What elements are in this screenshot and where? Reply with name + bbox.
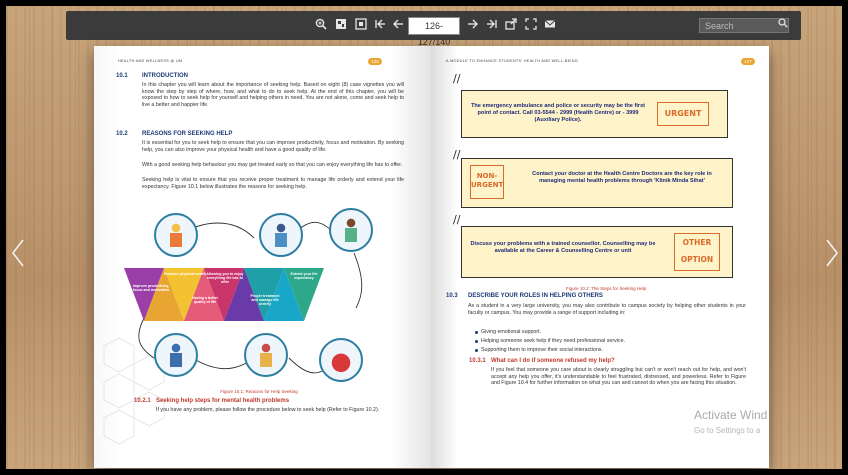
section-number: 10.2 — [116, 131, 128, 137]
section-title: REASONS FOR SEEKING HELP — [142, 131, 233, 137]
reasons-infographic: Improve productivity, focus and motivati… — [124, 208, 374, 393]
reason-label: Allowing you to enjoy everything life ha… — [206, 272, 244, 285]
previous-page-icon[interactable] — [391, 18, 405, 32]
first-page-icon[interactable] — [373, 18, 387, 32]
subsection-heading: 10.2.1 Seeking help steps for mental heal… — [134, 398, 289, 404]
curl-mark: // — [453, 72, 461, 85]
section-title: INTRODUCTION — [142, 73, 188, 79]
body-paragraph: With a good seeking help behaviour you m… — [142, 162, 403, 168]
running-header: A MODULE TO ENHANCE STUDENTS' HEALTH AND… — [446, 59, 579, 63]
previous-page-arrow-icon[interactable] — [10, 238, 26, 268]
page-number-badge: 127 — [741, 58, 755, 65]
help-step-text: The emergency ambulance and police or se… — [470, 103, 646, 123]
viewer-stage: 126-127/140 Search HEALTH AND WELLNESS @… — [6, 6, 842, 469]
last-page-icon[interactable] — [485, 18, 499, 32]
urgent-stamp: URGENT — [657, 102, 709, 126]
right-page[interactable]: A MODULE TO ENHANCE STUDENTS' HEALTH AND… — [431, 46, 769, 468]
left-page[interactable]: HEALTH AND WELLNESS @ UM 126 10.1 INTRODU… — [94, 46, 431, 468]
figure-caption: Figure 10.2: The Steps for Seeking Help — [565, 286, 647, 291]
help-step-text: Discuss your problems with a trained cou… — [470, 241, 656, 254]
next-page-arrow-icon[interactable] — [824, 238, 840, 268]
fit-page-icon[interactable] — [354, 18, 368, 32]
reason-illustration — [154, 213, 198, 257]
figure-caption: Figure 10.1: Reasons for Help Seeking — [220, 389, 298, 394]
body-paragraph: Seeking help is vital to ensure that you… — [142, 177, 404, 190]
section-heading: 10.2 REASONS FOR SEEKING HELP — [116, 131, 232, 137]
reason-label: Extend your life expectancy — [290, 272, 318, 281]
running-header: HEALTH AND WELLNESS @ UM — [118, 59, 183, 63]
activation-watermark: Activate Wind — [694, 408, 768, 422]
other-option-stamp: OTHER OPTION — [674, 233, 720, 271]
body-paragraph: As a student in a very large university,… — [468, 303, 746, 316]
bullet-item: Helping someone seek help if they need p… — [475, 338, 625, 344]
reason-label: Enhance physical health — [164, 272, 206, 276]
book-spread[interactable]: HEALTH AND WELLNESS @ UM 126 10.1 INTRODU… — [94, 46, 769, 468]
reason-label: Having a better quality of life — [192, 296, 218, 305]
bullet-item: Giving emotional support. — [474, 329, 542, 335]
page-number-input[interactable]: 126-127/140 — [408, 17, 460, 47]
bullet-item: Supporting them to improve their social … — [475, 347, 603, 353]
next-page-icon[interactable] — [466, 18, 480, 32]
section-heading: 10.1 INTRODUCTION — [116, 73, 188, 79]
fullscreen-icon[interactable] — [524, 18, 538, 32]
subsection-number: 10.2.1 — [134, 398, 151, 404]
reason-illustration — [329, 208, 373, 252]
body-paragraph: It is essential for you to seek help to … — [142, 140, 404, 153]
subsection-title: Seeking help steps for mental health pro… — [156, 398, 290, 404]
zoom-in-icon[interactable] — [314, 18, 328, 32]
help-step-text: Contact your doctor at the Health Centre… — [532, 171, 712, 184]
section-title: DESCRIBE YOUR ROLES IN HELPING OTHERS — [468, 293, 603, 299]
search-icon[interactable] — [776, 18, 790, 33]
body-paragraph: If you have any problem, please follow t… — [156, 407, 380, 413]
help-step-box-non-urgent: NON-URGENT Contact your doctor at the He… — [461, 158, 733, 208]
section-number: 10.1 — [116, 73, 128, 79]
non-urgent-stamp: NON-URGENT — [470, 165, 504, 199]
reason-illustration — [319, 338, 363, 382]
curl-mark: // — [453, 148, 461, 161]
reason-label: Improve productivity, focus and motivati… — [132, 284, 170, 293]
intro-paragraph: In this chapter you will learn about the… — [142, 82, 404, 108]
flipbook-toolbar: 126-127/140 Search — [66, 11, 801, 47]
thumbnails-icon[interactable] — [334, 18, 348, 32]
curl-mark: // — [453, 213, 461, 226]
page-number-badge: 126 — [368, 58, 382, 65]
reason-illustration — [244, 333, 288, 377]
subsection-number: 10.3.1 — [469, 358, 486, 364]
share-icon[interactable] — [504, 18, 518, 32]
email-icon[interactable] — [543, 18, 557, 32]
activation-watermark-subtext: Go to Settings to a — [694, 426, 761, 435]
section-number: 10.3 — [446, 293, 458, 299]
reason-illustration — [154, 333, 198, 377]
body-paragraph: If you feel that someone you care about … — [491, 367, 746, 387]
help-step-box-urgent: The emergency ambulance and police or se… — [461, 90, 728, 138]
subsection-heading: 10.3.1 What can I do if someone refused m… — [469, 358, 615, 364]
section-heading: 10.3 DESCRIBE YOUR ROLES IN HELPING OTHER… — [446, 293, 603, 299]
reason-illustration — [259, 213, 303, 257]
help-step-box-other-option: Discuss your problems with a trained cou… — [461, 226, 733, 278]
reason-label: Proper treatment and manage life orderly — [250, 294, 280, 307]
subsection-title: What can I do if someone refused my help… — [491, 358, 615, 364]
